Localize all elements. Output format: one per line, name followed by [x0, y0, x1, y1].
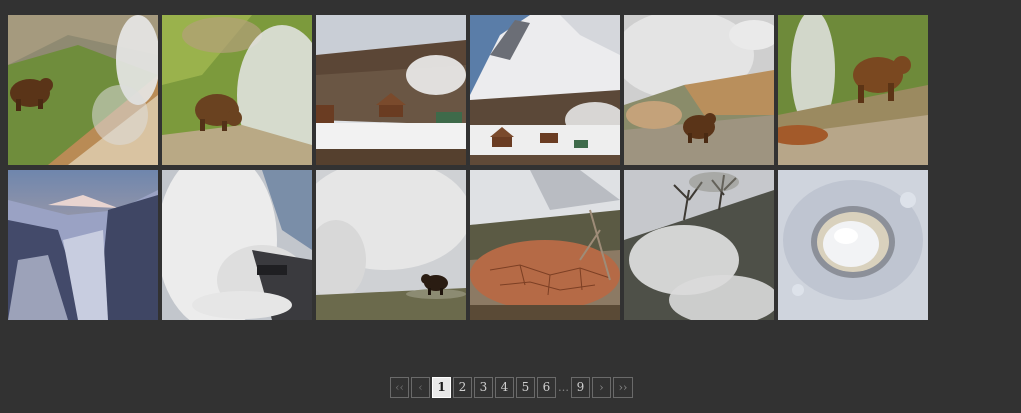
bear-geyser-photo [8, 15, 158, 165]
page-1-button[interactable]: 1 [432, 377, 451, 398]
bear-steam-vents-photo [624, 15, 774, 165]
thumbnail-10[interactable] [470, 170, 620, 320]
thumbnail-12[interactable] [778, 170, 928, 320]
page-2-button[interactable]: 2 [453, 377, 472, 398]
page-3-button[interactable]: 3 [474, 377, 493, 398]
next-page-button[interactable]: › [592, 377, 611, 398]
mountain-cabins-photo [470, 15, 620, 165]
thumbnail-4[interactable] [470, 15, 620, 165]
thumbnail-grid [8, 15, 928, 320]
pagination: ‹‹ ‹ 1 2 3 4 5 6 … 9 › ›› [390, 377, 633, 398]
page-4-button[interactable]: 4 [495, 377, 514, 398]
steaming-slope-trees-photo [624, 170, 774, 320]
cracked-mud-photo [470, 170, 620, 320]
bear-grass-steam-photo [162, 15, 312, 165]
bear-in-steam-photo [316, 170, 466, 320]
thumbnail-5[interactable] [624, 15, 774, 165]
thumbnail-2[interactable] [162, 15, 312, 165]
thumbnail-11[interactable] [624, 170, 774, 320]
thumbnail-8[interactable] [162, 170, 312, 320]
pagination-ellipsis: … [558, 381, 569, 394]
page-9-button[interactable]: 9 [571, 377, 590, 398]
prev-page-button[interactable]: ‹ [411, 377, 430, 398]
thumbnail-1[interactable] [8, 15, 158, 165]
gallery-page: ‹‹ ‹ 1 2 3 4 5 6 … 9 › ›› [0, 0, 1021, 413]
page-6-button[interactable]: 6 [537, 377, 556, 398]
thumbnail-9[interactable] [316, 170, 466, 320]
thumbnail-6[interactable] [778, 15, 928, 165]
snowy-valley-cabins-photo [316, 15, 466, 165]
steam-cloud-photo [162, 170, 312, 320]
page-5-button[interactable]: 5 [516, 377, 535, 398]
first-page-button[interactable]: ‹‹ [390, 377, 409, 398]
snow-hole-photo [778, 170, 928, 320]
thumbnail-3[interactable] [316, 15, 466, 165]
bear-hillside-geyser-photo [778, 15, 928, 165]
last-page-button[interactable]: ›› [613, 377, 633, 398]
thumbnail-7[interactable] [8, 170, 158, 320]
snowy-canyon-photo [8, 170, 158, 320]
